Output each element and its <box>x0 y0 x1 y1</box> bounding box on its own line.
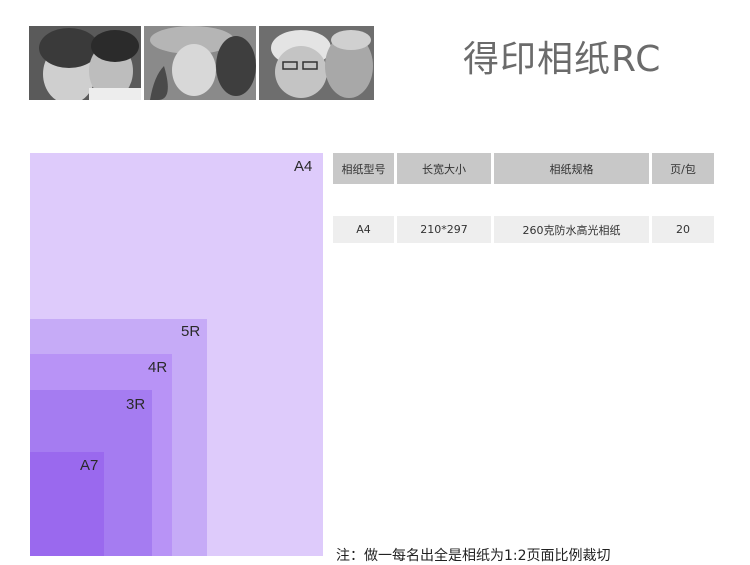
size-label-5r: 5R <box>181 323 201 340</box>
cell-dimensions: 210*297 <box>397 216 491 243</box>
couple-smiling-photo <box>144 26 256 100</box>
size-label-3r: 3R <box>126 396 146 413</box>
header-pages-per-pack: 页/包 <box>652 153 714 184</box>
header-model: 相纸型号 <box>333 153 394 184</box>
cell-pages-per-pack: 20 <box>652 216 714 243</box>
elderly-couple-photo <box>259 26 374 100</box>
size-label-a4: A4 <box>294 158 313 175</box>
header-spec: 相纸规格 <box>494 153 649 184</box>
cell-spec: 260克防水高光相纸 <box>494 216 649 243</box>
size-label-4r: 4R <box>148 359 168 376</box>
spec-table-header-row: 相纸型号 长宽大小 相纸规格 页/包 <box>333 153 714 184</box>
cell-model: A4 <box>333 216 394 243</box>
children-kiss-photo <box>29 26 141 100</box>
table-row: A4 210*297 260克防水高光相纸 20 <box>333 216 714 243</box>
table-spacer <box>333 184 714 216</box>
size-label-a7: A7 <box>80 457 99 474</box>
page-title: 得印相纸RC <box>463 39 662 80</box>
header-dimensions: 长宽大小 <box>397 153 491 184</box>
spec-table: 相纸型号 长宽大小 相纸规格 页/包 A4 210*297 260克防水高光相纸… <box>330 153 717 243</box>
footnote: 注：做一每名出全是相纸为1:2页面比例裁切 <box>336 548 611 564</box>
